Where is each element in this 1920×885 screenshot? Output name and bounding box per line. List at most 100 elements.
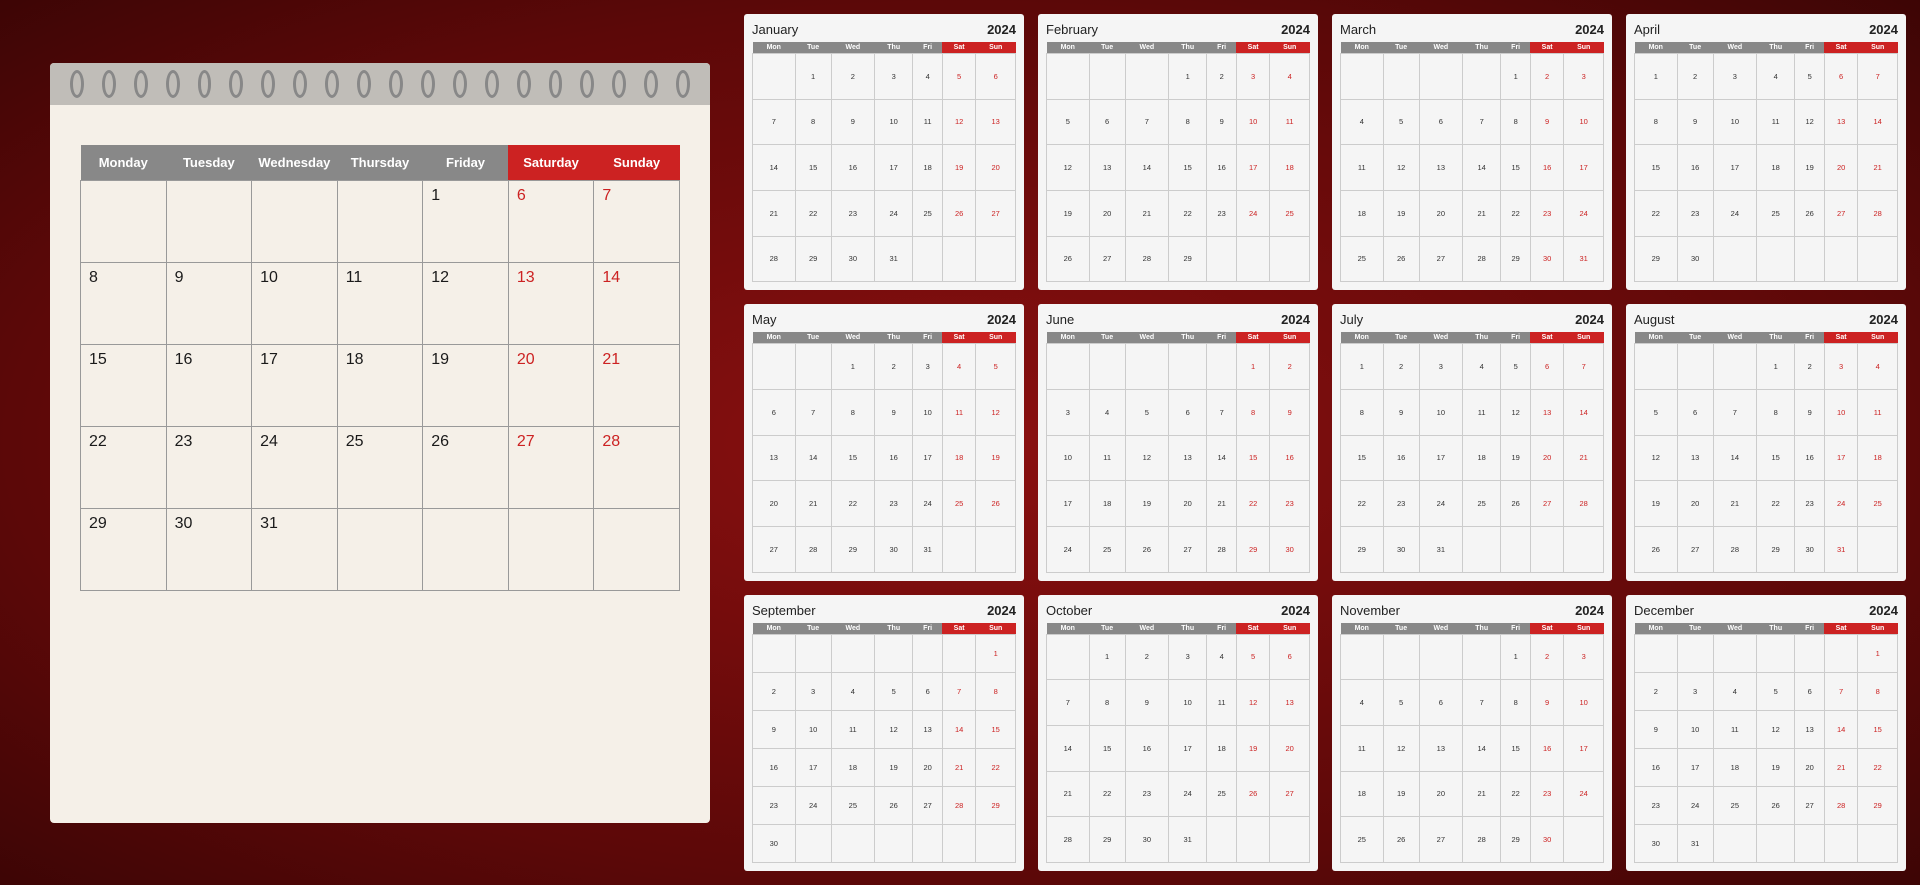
mini-day-cell: 25 xyxy=(942,481,976,527)
mini-day-cell: 6 xyxy=(1419,680,1462,726)
mini-day-tue: Tue xyxy=(1383,623,1419,635)
mini-day-cell: 23 xyxy=(753,786,796,824)
mini-day-cell xyxy=(1795,236,1824,282)
mini-day-cell: 21 xyxy=(795,481,831,527)
mini-day-cell xyxy=(1462,526,1500,572)
calendar-day: 17 xyxy=(252,344,338,426)
mini-day-cell: 11 xyxy=(1207,680,1236,726)
mini-day-cell: 7 xyxy=(1462,99,1500,145)
mini-day-cell xyxy=(1756,236,1794,282)
calendar-day: 19 xyxy=(423,344,509,426)
calendar-day xyxy=(508,508,594,590)
mini-day-thu: Thu xyxy=(1462,42,1500,54)
mini-day-cell: 13 xyxy=(1530,389,1564,435)
mini-day-cell: 17 xyxy=(913,435,942,481)
mini-day-cell: 31 xyxy=(1419,526,1462,572)
mini-day-cell: 16 xyxy=(1207,145,1236,191)
mini-day-fri: Fri xyxy=(1207,623,1236,635)
mini-day-cell: 29 xyxy=(831,526,874,572)
mini-day-cell: 23 xyxy=(1530,771,1564,817)
mini-day-cell: 13 xyxy=(1089,145,1125,191)
mini-day-cell: 23 xyxy=(1270,481,1310,527)
mini-day-cell: 18 xyxy=(942,435,976,481)
mini-day-cell: 31 xyxy=(913,526,942,572)
mini-day-cell: 4 xyxy=(1858,344,1898,390)
mini-day-cell: 11 xyxy=(1462,389,1500,435)
day-header-wed: Wednesday xyxy=(252,145,338,181)
mini-day-cell: 20 xyxy=(1270,725,1310,771)
mini-calendar-august: August 2024 Mon Tue Wed Thu Fri Sat Sun … xyxy=(1626,304,1906,580)
mini-day-cell: 9 xyxy=(1383,389,1419,435)
mini-day-cell: 29 xyxy=(1168,236,1206,282)
mini-day-cell: 24 xyxy=(1824,481,1858,527)
calendar-day: 11 xyxy=(337,262,423,344)
mini-day-cell: 5 xyxy=(976,344,1016,390)
spiral-coil xyxy=(229,70,243,98)
mini-day-cell: 30 xyxy=(1125,817,1168,863)
calendar-day xyxy=(166,180,252,262)
mini-day-cell xyxy=(1207,344,1236,390)
mini-day-mon: Mon xyxy=(753,42,796,54)
mini-day-cell: 4 xyxy=(1270,54,1310,100)
mini-day-cell: 27 xyxy=(1530,481,1564,527)
mini-day-cell: 2 xyxy=(1530,634,1564,680)
mini-day-cell: 22 xyxy=(1089,771,1125,817)
mini-day-cell: 14 xyxy=(1462,145,1500,191)
mini-day-cell xyxy=(1207,817,1236,863)
mini-cal-header: December 2024 xyxy=(1634,603,1898,618)
mini-day-wed: Wed xyxy=(1125,332,1168,344)
mini-day-cell: 26 xyxy=(1236,771,1270,817)
mini-day-cell: 18 xyxy=(1756,145,1794,191)
mini-day-cell: 24 xyxy=(1168,771,1206,817)
mini-day-sun: Sun xyxy=(1270,623,1310,635)
mini-calendar-march: March 2024 Mon Tue Wed Thu Fri Sat Sun 1… xyxy=(1332,14,1612,290)
mini-day-cell: 2 xyxy=(753,672,796,710)
mini-day-cell: 23 xyxy=(874,481,912,527)
mini-day-cell xyxy=(1236,236,1270,282)
calendar-day xyxy=(252,180,338,262)
mini-day-cell: 28 xyxy=(795,526,831,572)
mini-day-thu: Thu xyxy=(1462,623,1500,635)
mini-day-cell: 4 xyxy=(1341,680,1384,726)
mini-day-cell: 30 xyxy=(753,824,796,862)
calendar-day xyxy=(337,508,423,590)
mini-cal-header: November 2024 xyxy=(1340,603,1604,618)
day-header-tue: Tuesday xyxy=(166,145,252,181)
mini-day-cell xyxy=(913,634,942,672)
mini-day-cell: 16 xyxy=(1125,725,1168,771)
mini-day-cell: 5 xyxy=(1635,389,1678,435)
mini-day-cell: 25 xyxy=(831,786,874,824)
mini-day-cell: 26 xyxy=(1383,236,1419,282)
mini-day-cell: 4 xyxy=(831,672,874,710)
mini-day-wed: Wed xyxy=(1713,332,1756,344)
mini-day-cell: 7 xyxy=(1125,99,1168,145)
calendar-day: 16 xyxy=(166,344,252,426)
mini-day-cell: 14 xyxy=(1564,389,1604,435)
mini-day-cell: 27 xyxy=(1089,236,1125,282)
mini-day-cell: 11 xyxy=(1089,435,1125,481)
mini-day-cell: 25 xyxy=(1341,236,1384,282)
mini-day-cell: 22 xyxy=(1236,481,1270,527)
mini-month-name: January xyxy=(752,22,798,37)
mini-day-cell: 23 xyxy=(1635,786,1678,824)
mini-day-cell: 7 xyxy=(1713,389,1756,435)
mini-day-thu: Thu xyxy=(1168,332,1206,344)
mini-day-cell: 23 xyxy=(1125,771,1168,817)
mini-day-cell: 7 xyxy=(1207,389,1236,435)
mini-day-cell: 18 xyxy=(1462,435,1500,481)
mini-day-cell: 8 xyxy=(1341,389,1384,435)
mini-day-cell: 23 xyxy=(831,190,874,236)
mini-day-cell: 26 xyxy=(942,190,976,236)
mini-day-cell: 31 xyxy=(1168,817,1206,863)
mini-day-wed: Wed xyxy=(831,623,874,635)
mini-day-cell: 13 xyxy=(976,99,1016,145)
mini-day-cell: 10 xyxy=(1236,99,1270,145)
mini-day-cell xyxy=(1089,54,1125,100)
mini-day-cell: 24 xyxy=(913,481,942,527)
mini-day-sat: Sat xyxy=(1236,332,1270,344)
mini-cal-header: March 2024 xyxy=(1340,22,1604,37)
mini-day-sat: Sat xyxy=(942,42,976,54)
calendar-day: 31 xyxy=(252,508,338,590)
mini-day-cell: 15 xyxy=(1089,725,1125,771)
mini-cal-header: May 2024 xyxy=(752,312,1016,327)
